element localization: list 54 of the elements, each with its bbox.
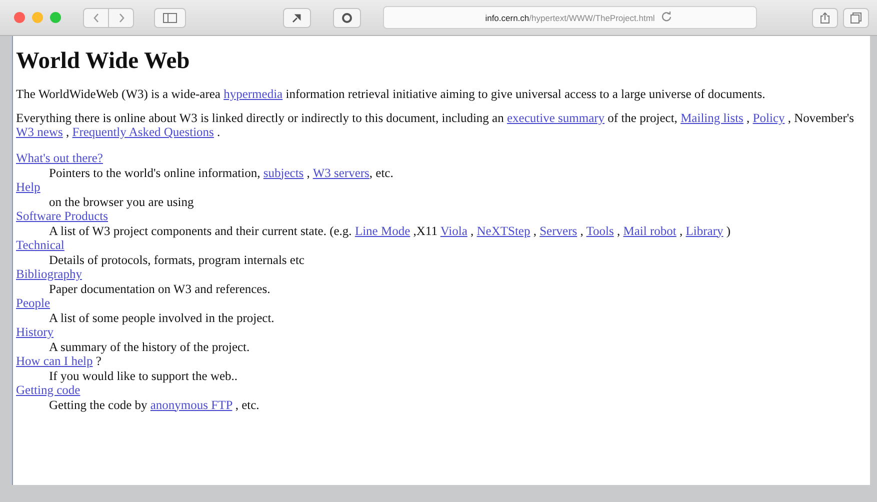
hyperlink[interactable]: Library <box>686 224 724 238</box>
hyperlink[interactable]: What's out there? <box>16 151 103 165</box>
hyperlink[interactable]: Frequently Asked Questions <box>72 125 214 139</box>
term-description: A list of W3 project components and their current state. (e.g. Line Mode ,X11 Viola , NeXTStep , Servers , Tools , Mail robot , Library ) <box>49 224 731 238</box>
term-description: Details of protocols, formats, program internals etc <box>49 252 304 267</box>
hyperlink[interactable]: History <box>16 325 54 339</box>
hyperlink[interactable]: executive summary <box>507 111 605 125</box>
hyperlink[interactable]: subjects <box>263 166 304 180</box>
term-description: Pointers to the world's online information, subjects , W3 servers, etc. <box>49 166 394 180</box>
term-description: Paper documentation on W3 and references. <box>49 282 270 296</box>
hyperlink[interactable]: Software Products <box>16 209 108 223</box>
reload-icon[interactable] <box>661 11 672 22</box>
hyperlink[interactable]: How can I help <box>16 354 93 368</box>
list-term: How can I help ? <box>16 354 102 368</box>
hyperlink[interactable]: W3 servers <box>312 166 370 180</box>
hyperlink[interactable]: Technical <box>16 238 64 252</box>
hyperlink[interactable]: Help <box>16 180 40 194</box>
term-description: If you would like to support the web.. <box>49 368 238 383</box>
paragraph: The WorldWideWeb (W3) is a wide-area hypermedia information retrieval initiative aiming to give universal access to a large universe of documents. <box>16 87 766 101</box>
tabs-button[interactable] <box>843 8 869 28</box>
tabs-icon <box>850 12 862 24</box>
sidebar-button[interactable] <box>154 8 186 28</box>
hyperlink[interactable]: Viola <box>440 224 468 238</box>
close-icon[interactable] <box>14 12 25 23</box>
hyperlink[interactable]: Servers <box>540 224 578 238</box>
paragraph: Everything there is online about W3 is linked directly or indirectly to this document, including an executive summary of the project, Mailing lists , Policy , November's W3 news , Frequently Asked Questions . <box>16 111 856 139</box>
hyperlink[interactable]: People <box>16 296 50 310</box>
term-description: Getting the code by anonymous FTP , etc. <box>49 398 260 412</box>
arrow-icon <box>291 12 303 24</box>
hyperlink[interactable]: Line Mode <box>354 224 410 238</box>
hyperlink[interactable]: Getting code <box>16 383 80 397</box>
hyperlink[interactable]: Bibliography <box>16 267 82 281</box>
term-description: A summary of the history of the project. <box>49 340 250 354</box>
hyperlink[interactable]: anonymous FTP <box>150 398 232 412</box>
hyperlink[interactable]: W3 news <box>16 125 63 139</box>
extension-button[interactable] <box>283 8 311 28</box>
hyperlink[interactable]: Mail robot <box>623 224 676 238</box>
hyperlink[interactable]: hypermedia <box>224 87 283 101</box>
hyperlink[interactable]: Tools <box>586 224 614 238</box>
share-button[interactable] <box>812 8 838 28</box>
ring-icon <box>341 12 353 24</box>
forward-button[interactable] <box>108 8 134 28</box>
extension-button[interactable] <box>333 8 361 28</box>
share-icon <box>820 12 830 24</box>
address-field[interactable]: info.cern.ch/hypertext/WWW/TheProject.html <box>383 6 757 29</box>
term-description: on the browser you are using <box>49 194 194 209</box>
sidebar-icon <box>163 12 177 22</box>
hyperlink[interactable]: Policy <box>752 111 785 125</box>
page-heading: World Wide Web <box>16 48 191 75</box>
hyperlink[interactable]: Mailing lists <box>680 111 744 125</box>
back-button[interactable] <box>83 8 109 28</box>
hyperlink[interactable]: NeXTStep <box>476 224 530 238</box>
term-description: A list of some people involved in the project. <box>49 310 274 325</box>
zoom-icon[interactable] <box>50 12 61 23</box>
